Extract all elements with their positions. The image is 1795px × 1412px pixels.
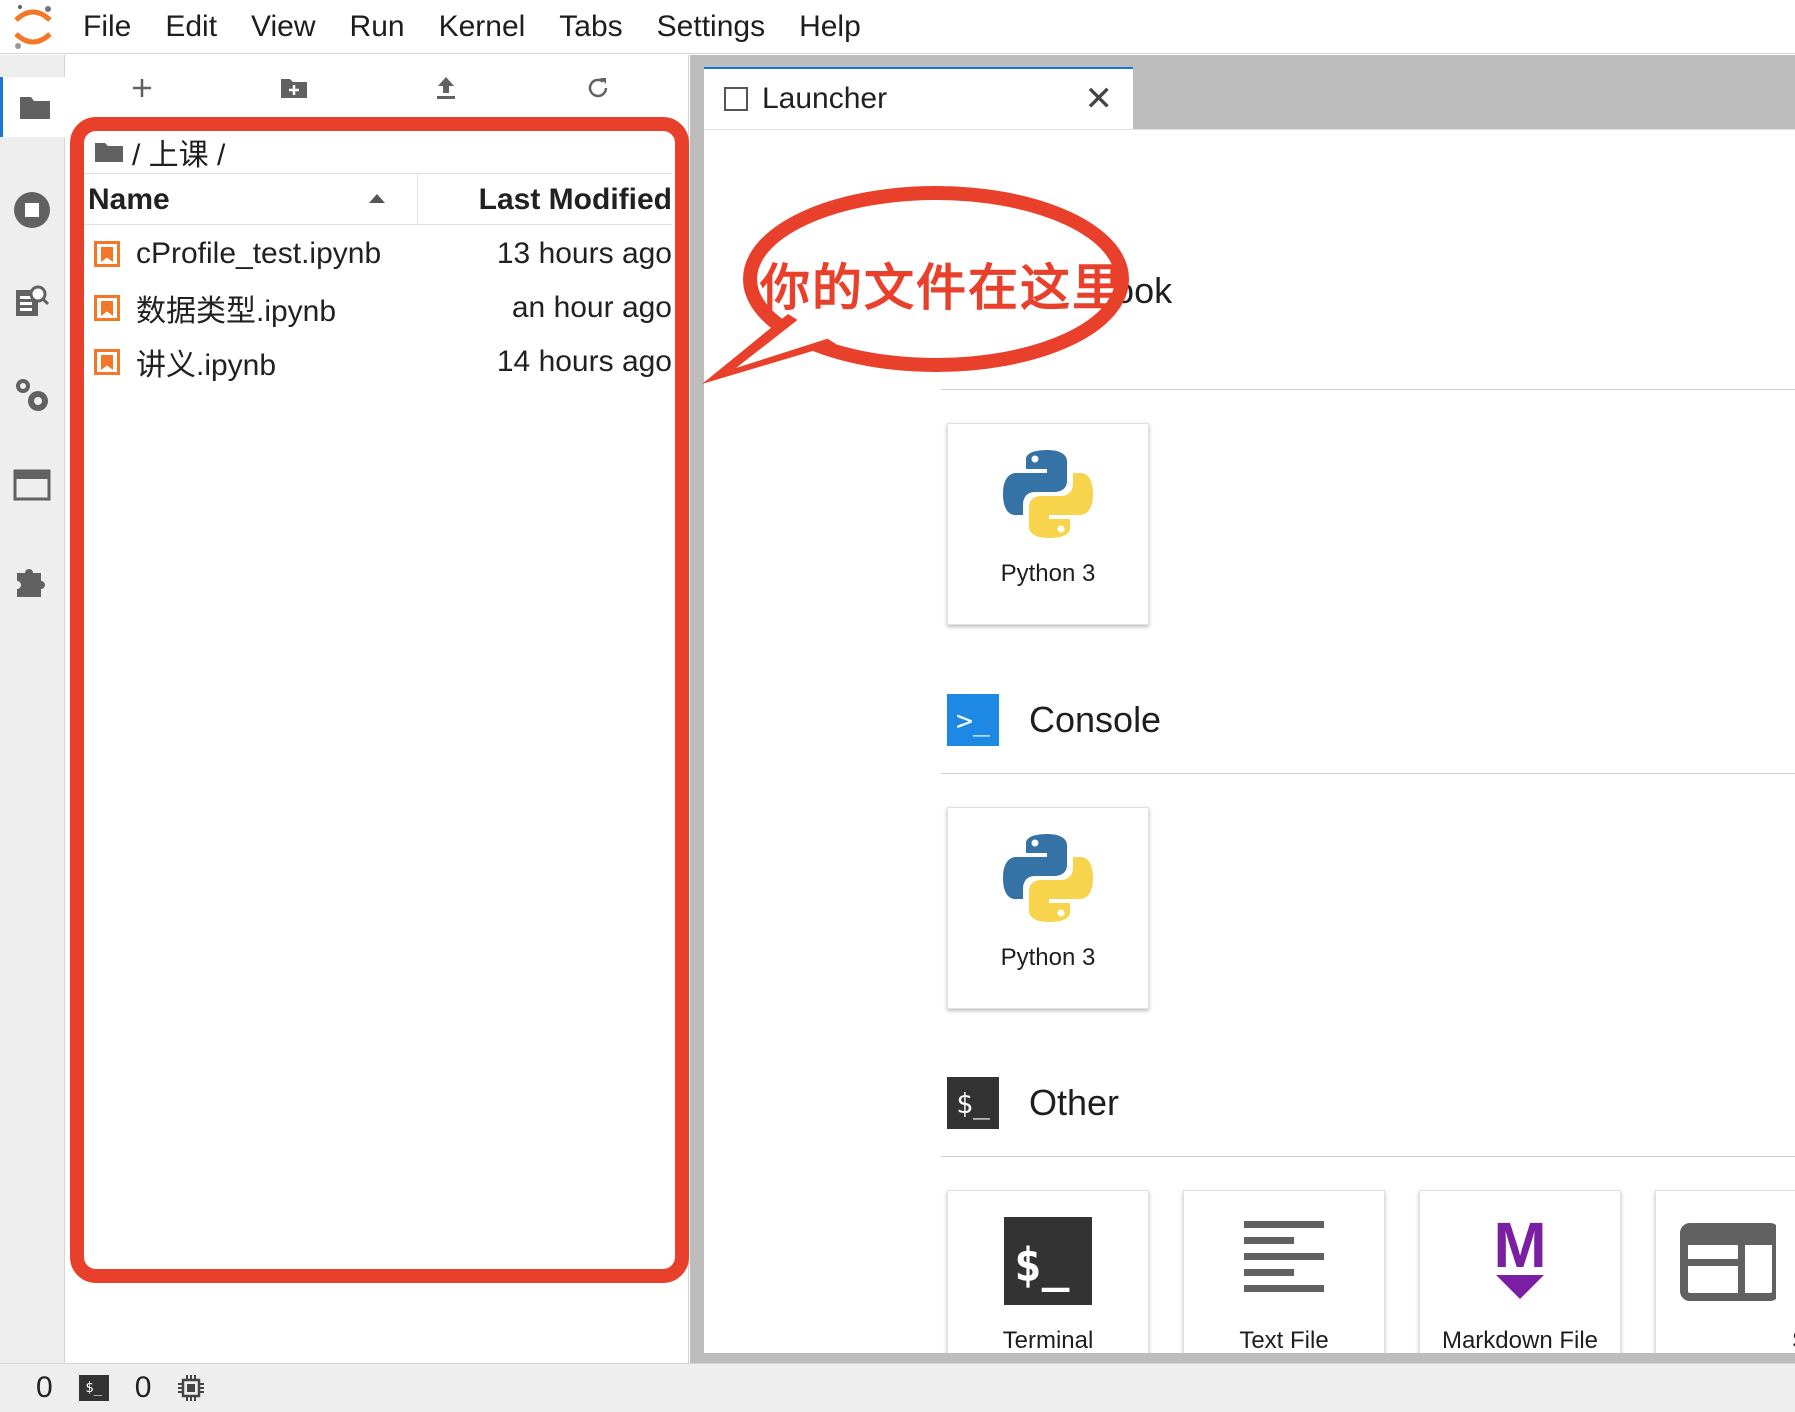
card-label: Show bbox=[1656, 1327, 1795, 1353]
card-label: Terminal bbox=[1002, 1327, 1094, 1353]
section-console-header: >_ Console bbox=[947, 694, 1161, 746]
terminal-status-icon: $_ bbox=[78, 1375, 109, 1401]
extension-icon[interactable] bbox=[0, 550, 64, 610]
svg-text:$_: $_ bbox=[1014, 1238, 1070, 1292]
refresh-icon[interactable] bbox=[522, 55, 674, 121]
launcher-card-notebook-python3[interactable]: Python 3 bbox=[947, 423, 1149, 625]
console-icon: >_ bbox=[947, 694, 999, 746]
running-icon[interactable] bbox=[0, 180, 64, 240]
file-browser-toolbar bbox=[66, 55, 688, 121]
section-other-title: Other bbox=[1029, 1082, 1120, 1123]
settings-gears-icon[interactable] bbox=[0, 365, 64, 425]
menu-help[interactable]: Help bbox=[782, 0, 878, 54]
menu-run[interactable]: Run bbox=[333, 0, 422, 54]
new-folder-icon[interactable] bbox=[218, 55, 370, 121]
section-divider bbox=[941, 773, 1795, 774]
upload-icon[interactable] bbox=[370, 55, 522, 121]
launcher-tab-icon bbox=[724, 87, 748, 111]
annotation-text: 你的文件在这里 bbox=[760, 258, 1124, 317]
section-other-header: $_ Other bbox=[947, 1077, 1119, 1129]
folder-icon[interactable] bbox=[0, 77, 66, 137]
menu-tabs[interactable]: Tabs bbox=[542, 0, 639, 54]
launcher-card-show-contextual-help[interactable]: Show bbox=[1655, 1190, 1795, 1353]
svg-text:M: M bbox=[1493, 1211, 1546, 1281]
status-terminals[interactable]: 0 $_ 0 bbox=[36, 1371, 205, 1405]
card-label: Python 3 bbox=[1000, 560, 1096, 587]
menu-kernel[interactable]: Kernel bbox=[422, 0, 543, 54]
new-launcher-icon[interactable] bbox=[66, 55, 218, 121]
python-logo-icon bbox=[1003, 450, 1093, 538]
property-inspector-icon[interactable] bbox=[0, 270, 64, 330]
contextual-help-icon bbox=[1680, 1223, 1776, 1301]
kernel-count: 0 bbox=[36, 1371, 53, 1404]
terminal-icon: $_ bbox=[1004, 1217, 1092, 1305]
annotation-highlight-box bbox=[70, 117, 689, 1283]
close-icon[interactable]: ✕ bbox=[1085, 79, 1114, 119]
terminal-badge-icon: $_ bbox=[947, 1077, 999, 1129]
menu-settings[interactable]: Settings bbox=[640, 0, 782, 54]
tab-launcher[interactable]: Launcher ✕ bbox=[704, 67, 1133, 129]
terminal-count: 0 bbox=[134, 1371, 152, 1404]
markdown-icon: M bbox=[1493, 1211, 1547, 1299]
left-activity-bar bbox=[0, 55, 66, 1363]
menu-edit[interactable]: Edit bbox=[148, 0, 234, 54]
text-file-icon bbox=[1244, 1221, 1324, 1292]
section-divider bbox=[941, 1156, 1795, 1157]
launcher-card-markdown-file[interactable]: M Markdown File bbox=[1419, 1190, 1621, 1353]
status-bar: 0 $_ 0 bbox=[0, 1363, 1795, 1412]
cpu-icon bbox=[178, 1375, 205, 1401]
tab-bar: Launcher ✕ bbox=[690, 55, 1795, 129]
python-logo-icon bbox=[1003, 834, 1093, 922]
menu-view[interactable]: View bbox=[234, 0, 332, 54]
menu-file[interactable]: File bbox=[66, 0, 148, 54]
launcher-card-terminal[interactable]: $_ Terminal bbox=[947, 1190, 1149, 1353]
card-label: Markdown File bbox=[1441, 1327, 1599, 1353]
jupyter-logo bbox=[0, 0, 66, 54]
card-label: Text File bbox=[1239, 1327, 1329, 1353]
card-label: Python 3 bbox=[1000, 944, 1096, 971]
tab-launcher-label: Launcher bbox=[762, 82, 888, 115]
launcher-card-console-python3[interactable]: Python 3 bbox=[947, 807, 1149, 1009]
section-console-title: Console bbox=[1029, 699, 1162, 740]
menubar: File Edit View Run Kernel Tabs Settings … bbox=[0, 0, 1795, 54]
launcher-card-text-file[interactable]: Text File bbox=[1183, 1190, 1385, 1353]
tabs-icon[interactable] bbox=[0, 455, 64, 515]
